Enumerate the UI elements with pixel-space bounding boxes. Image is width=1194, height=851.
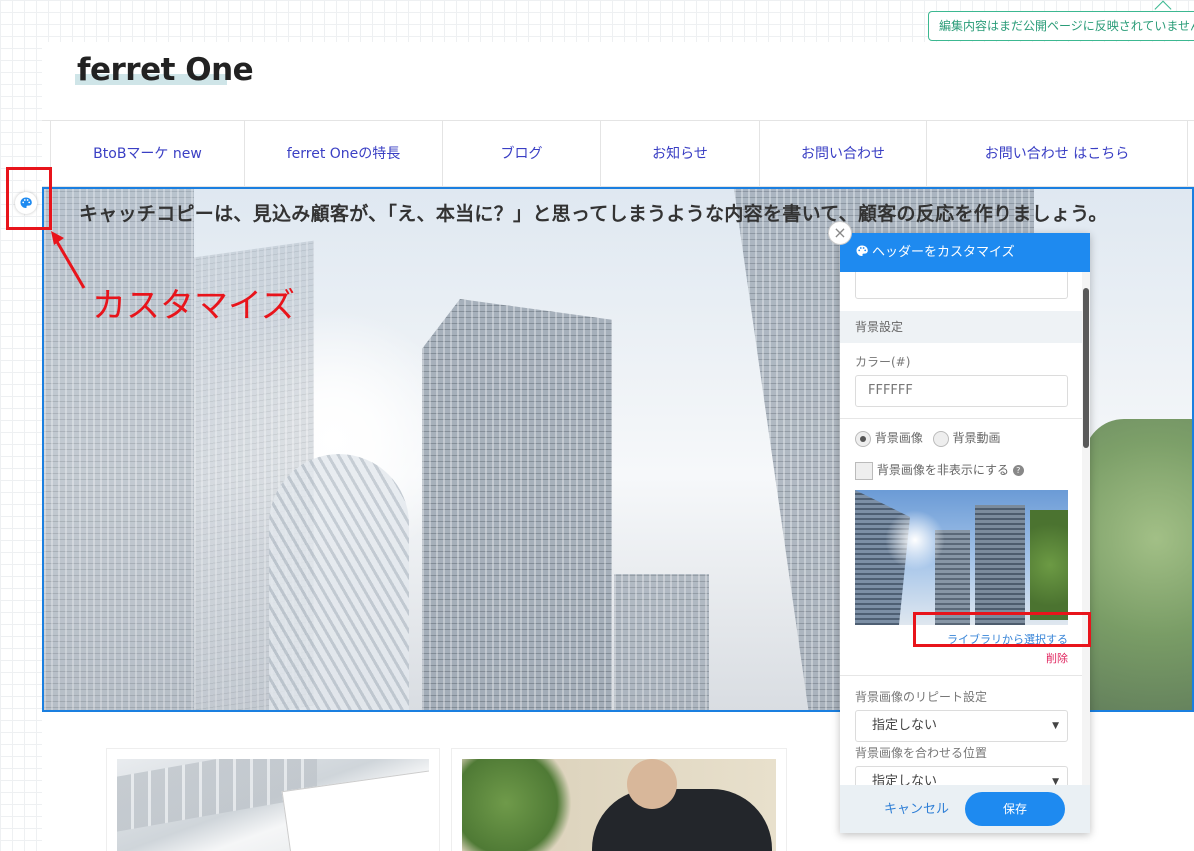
hide-bg-image-row: 背景画像を非表示にする ? (855, 461, 1024, 480)
chevron-down-icon: ▼ (1052, 721, 1059, 731)
building-small (614, 574, 709, 710)
position-setting-value: 指定しない (872, 774, 938, 785)
header-customize-panel: ヘッダーをカスタマイズ 背景設定 カラー(#) FFFFFF 背景画像 背景動画… (840, 233, 1090, 833)
nav-item-btob[interactable]: BtoBマーケ new (50, 121, 244, 187)
card-image-keyboard (117, 759, 429, 851)
radio-bg-image-label[interactable]: 背景画像 (875, 431, 923, 445)
card-image-businessman (462, 759, 776, 851)
nav-item-contact-here[interactable]: お問い合わせ はこちら (926, 121, 1188, 187)
radio-bg-video[interactable] (932, 430, 949, 447)
delete-image-link[interactable]: 削除 (1046, 650, 1068, 666)
divider (840, 418, 1082, 419)
nav-item-blog[interactable]: ブログ (442, 121, 600, 187)
palette-icon (20, 197, 32, 208)
callout-arrow-icon (51, 231, 86, 289)
panel-title: ヘッダーをカスタマイズ (872, 245, 1015, 260)
building-center (422, 299, 612, 710)
cancel-button[interactable]: キャンセル (884, 798, 949, 817)
building-cocoon (269, 454, 409, 710)
panel-scrollbar-thumb[interactable] (1083, 288, 1089, 448)
highlight-box-library (913, 612, 1091, 647)
repeat-setting-label: 背景画像のリピート設定 (855, 690, 988, 704)
nav-item-news[interactable]: お知らせ (600, 121, 759, 187)
hide-bg-image-label[interactable]: 背景画像を非表示にする (877, 463, 1009, 477)
site-logo[interactable]: ferret One (77, 52, 254, 88)
global-nav: BtoBマーケ new ferret Oneの特長 ブログ お知らせ お問い合わ… (42, 120, 1194, 187)
position-setting-label: 背景画像を合わせる位置 (855, 746, 988, 760)
panel-body: 背景設定 カラー(#) FFFFFF 背景画像 背景動画 背景画像を非表示にする… (840, 272, 1090, 785)
radio-bg-image[interactable] (855, 430, 871, 447)
position-setting-select[interactable]: 指定しない ▼ (855, 766, 1068, 785)
nav-item-features[interactable]: ferret Oneの特長 (244, 121, 442, 187)
repeat-setting-value: 指定しない (872, 718, 938, 733)
color-label: カラー(#) (855, 355, 911, 369)
palette-icon (856, 245, 868, 256)
trees (1084, 419, 1192, 710)
color-input[interactable]: FFFFFF (855, 375, 1068, 407)
nav-item-contact[interactable]: お問い合わせ (759, 121, 926, 187)
divider (840, 675, 1082, 676)
bg-image-thumbnail (855, 490, 1068, 625)
callout-label: カスタマイズ (92, 286, 295, 326)
panel-header: ヘッダーをカスタマイズ (840, 233, 1090, 272)
chevron-down-icon: ▼ (1052, 777, 1059, 785)
section-background: 背景設定 (840, 311, 1082, 343)
bg-type-radio-group: 背景画像 背景動画 (855, 429, 1001, 447)
close-icon[interactable]: × (828, 221, 852, 245)
radio-bg-video-label[interactable]: 背景動画 (953, 431, 1001, 445)
help-icon[interactable]: ? (1012, 465, 1024, 476)
content-card-2[interactable] (451, 748, 787, 851)
repeat-setting-select[interactable]: 指定しない ▼ (855, 710, 1068, 742)
hero-catchcopy[interactable]: キャッチコピーは、見込み顧客が、「え、本当に？」と思ってしまうような内容を書いて… (79, 199, 1108, 226)
save-button[interactable]: 保存 (965, 792, 1065, 826)
hide-bg-image-checkbox[interactable] (855, 461, 873, 480)
unpublished-notice: 編集内容はまだ公開ページに反映されていません (928, 11, 1194, 41)
panel-footer: キャンセル 保存 (840, 785, 1090, 833)
content-card-1[interactable] (106, 748, 440, 851)
previous-field-input[interactable] (855, 272, 1068, 299)
customize-palette-button[interactable] (15, 192, 37, 214)
